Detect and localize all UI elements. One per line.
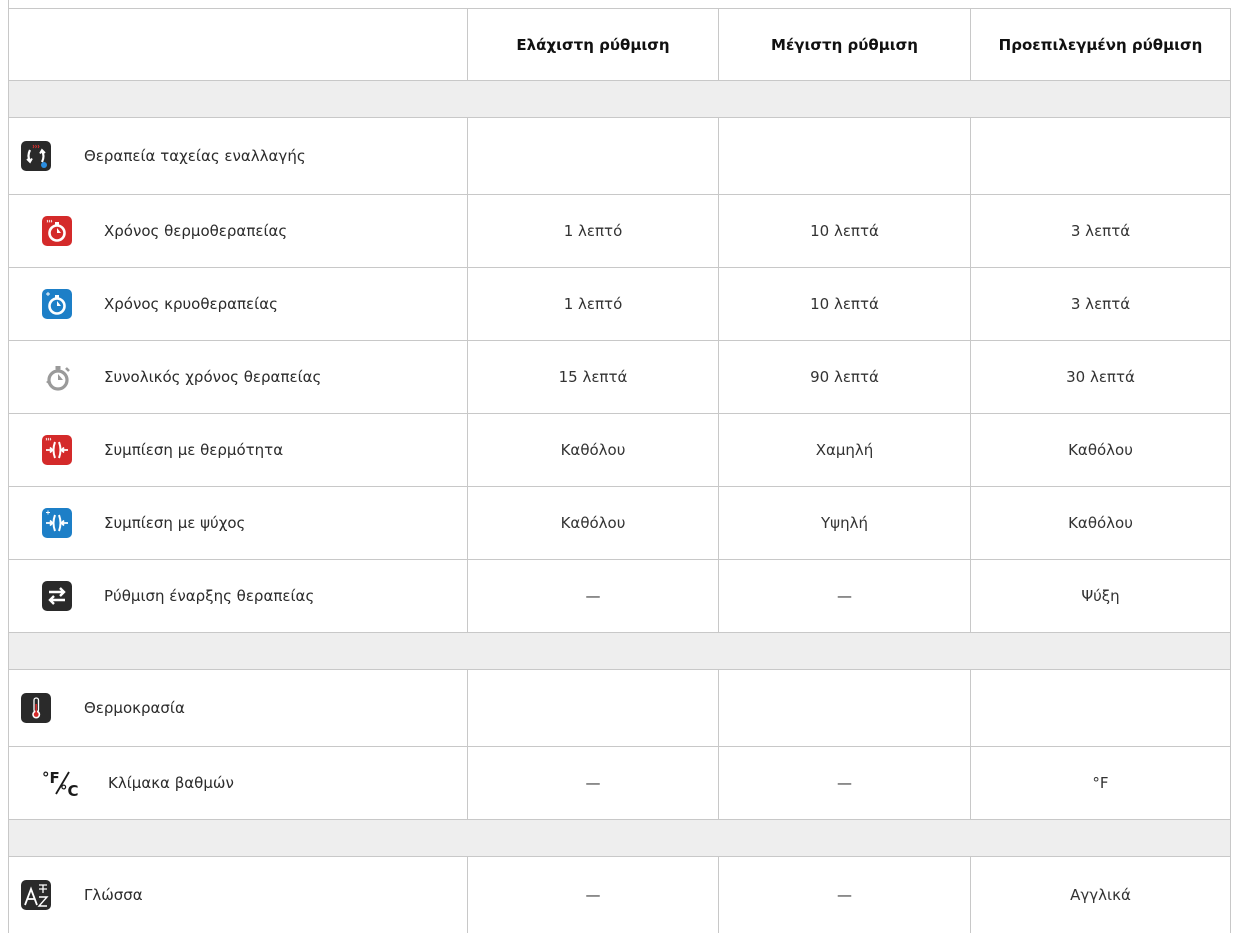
max-cell [719,118,971,195]
max-cell: 10 λεπτά [719,268,971,341]
default-cell [971,670,1231,747]
settings-row: Συμπίεση με θερμότητα Καθόλου Χαμηλή Καθ… [9,414,1231,487]
min-cell: — [468,560,719,633]
settings-row: Χρόνος θερμοθεραπείας 1 λεπτό 10 λεπτά 3… [9,195,1231,268]
parameter-cell: Γλώσσα [9,857,468,933]
max-cell: — [719,560,971,633]
section-separator [9,820,1231,857]
min-cell: — [468,857,719,933]
parameter-cell: °F °C Κλίμακα βαθμών [9,747,468,820]
row-label: Συνολικός χρόνος θεραπείας [104,368,321,386]
min-cell [468,670,719,747]
max-cell: 90 λεπτά [719,341,971,414]
min-cell: 15 λεπτά [468,341,719,414]
default-cell [971,118,1231,195]
min-cell: Καθόλου [468,487,719,560]
min-cell: 1 λεπτό [468,195,719,268]
group-title-row: Θεραπεία ταχείας εναλλαγής [9,118,1231,195]
start-setting-icon [42,581,72,611]
parameter-cell: Συνολικός χρόνος θεραπείας [9,341,468,414]
parameter-cell: Χρόνος θερμοθεραπείας [9,195,468,268]
degree-c-glyph: °C [60,782,79,798]
min-cell: — [468,747,719,820]
group-title-label: Θεραπεία ταχείας εναλλαγής [84,147,306,165]
settings-table: Ελάχιστη ρύθμιση Μέγιστη ρύθμιση Προεπιλ… [8,8,1231,933]
settings-row: °F °C Κλίμακα βαθμών — — °F [9,747,1231,820]
cold-timer-icon [42,289,72,319]
parameter-cell: Ρύθμιση έναρξης θεραπείας [9,560,468,633]
heat-compression-icon [42,435,72,465]
default-cell: 3 λεπτά [971,195,1231,268]
section-separator [9,81,1231,118]
max-cell: — [719,747,971,820]
header-max: Μέγιστη ρύθμιση [719,9,971,81]
settings-row: Συμπίεση με ψύχος Καθόλου Υψηλή Καθόλου [9,487,1231,560]
row-label: Συμπίεση με θερμότητα [104,441,283,459]
cold-compression-icon [42,508,72,538]
thermometer-icon [21,693,51,723]
parameter-cell: Συμπίεση με θερμότητα [9,414,468,487]
header-min: Ελάχιστη ρύθμιση [468,9,719,81]
row-label: Χρόνος κρυοθεραπείας [104,295,278,313]
max-cell: Χαμηλή [719,414,971,487]
settings-row: Συνολικός χρόνος θεραπείας 15 λεπτά 90 λ… [9,341,1231,414]
rapid-alternation-icon [21,141,51,171]
default-cell: Ψύξη [971,560,1231,633]
total-timer-icon [42,362,72,392]
language-icon [21,880,51,910]
row-label: Κλίμακα βαθμών [108,774,234,792]
group-title-row: Θερμοκρασία [9,670,1231,747]
section-band [9,81,1231,118]
row-label: Χρόνος θερμοθεραπείας [104,222,287,240]
default-cell: Αγγλικά [971,857,1231,933]
default-cell: °F [971,747,1231,820]
row-label: Ρύθμιση έναρξης θεραπείας [104,587,314,605]
default-cell: 3 λεπτά [971,268,1231,341]
heat-timer-icon [42,216,72,246]
degree-scale-icon: °F °C [42,768,82,798]
header-row: Ελάχιστη ρύθμιση Μέγιστη ρύθμιση Προεπιλ… [9,9,1231,81]
section-band [9,820,1231,857]
default-cell: 30 λεπτά [971,341,1231,414]
max-cell: Υψηλή [719,487,971,560]
parameter-cell: Θεραπεία ταχείας εναλλαγής [9,118,468,195]
row-label: Συμπίεση με ψύχος [104,514,245,532]
section-band [9,633,1231,670]
parameter-cell: Θερμοκρασία [9,670,468,747]
max-cell [719,670,971,747]
degree-f-glyph: °F [42,769,60,787]
default-cell: Καθόλου [971,487,1231,560]
parameter-cell: Χρόνος κρυοθεραπείας [9,268,468,341]
group-title-label: Γλώσσα [84,886,143,904]
header-parameter-cell [9,9,468,81]
min-cell [468,118,719,195]
max-cell: — [719,857,971,933]
group-title-label: Θερμοκρασία [84,699,185,717]
header-default: Προεπιλεγμένη ρύθμιση [971,9,1231,81]
group-title-row: Γλώσσα — — Αγγλικά [9,857,1231,933]
parameter-cell: Συμπίεση με ψύχος [9,487,468,560]
min-cell: Καθόλου [468,414,719,487]
max-cell: 10 λεπτά [719,195,971,268]
settings-row: Χρόνος κρυοθεραπείας 1 λεπτό 10 λεπτά 3 … [9,268,1231,341]
default-cell: Καθόλου [971,414,1231,487]
settings-row: Ρύθμιση έναρξης θεραπείας — — Ψύξη [9,560,1231,633]
min-cell: 1 λεπτό [468,268,719,341]
section-separator [9,633,1231,670]
